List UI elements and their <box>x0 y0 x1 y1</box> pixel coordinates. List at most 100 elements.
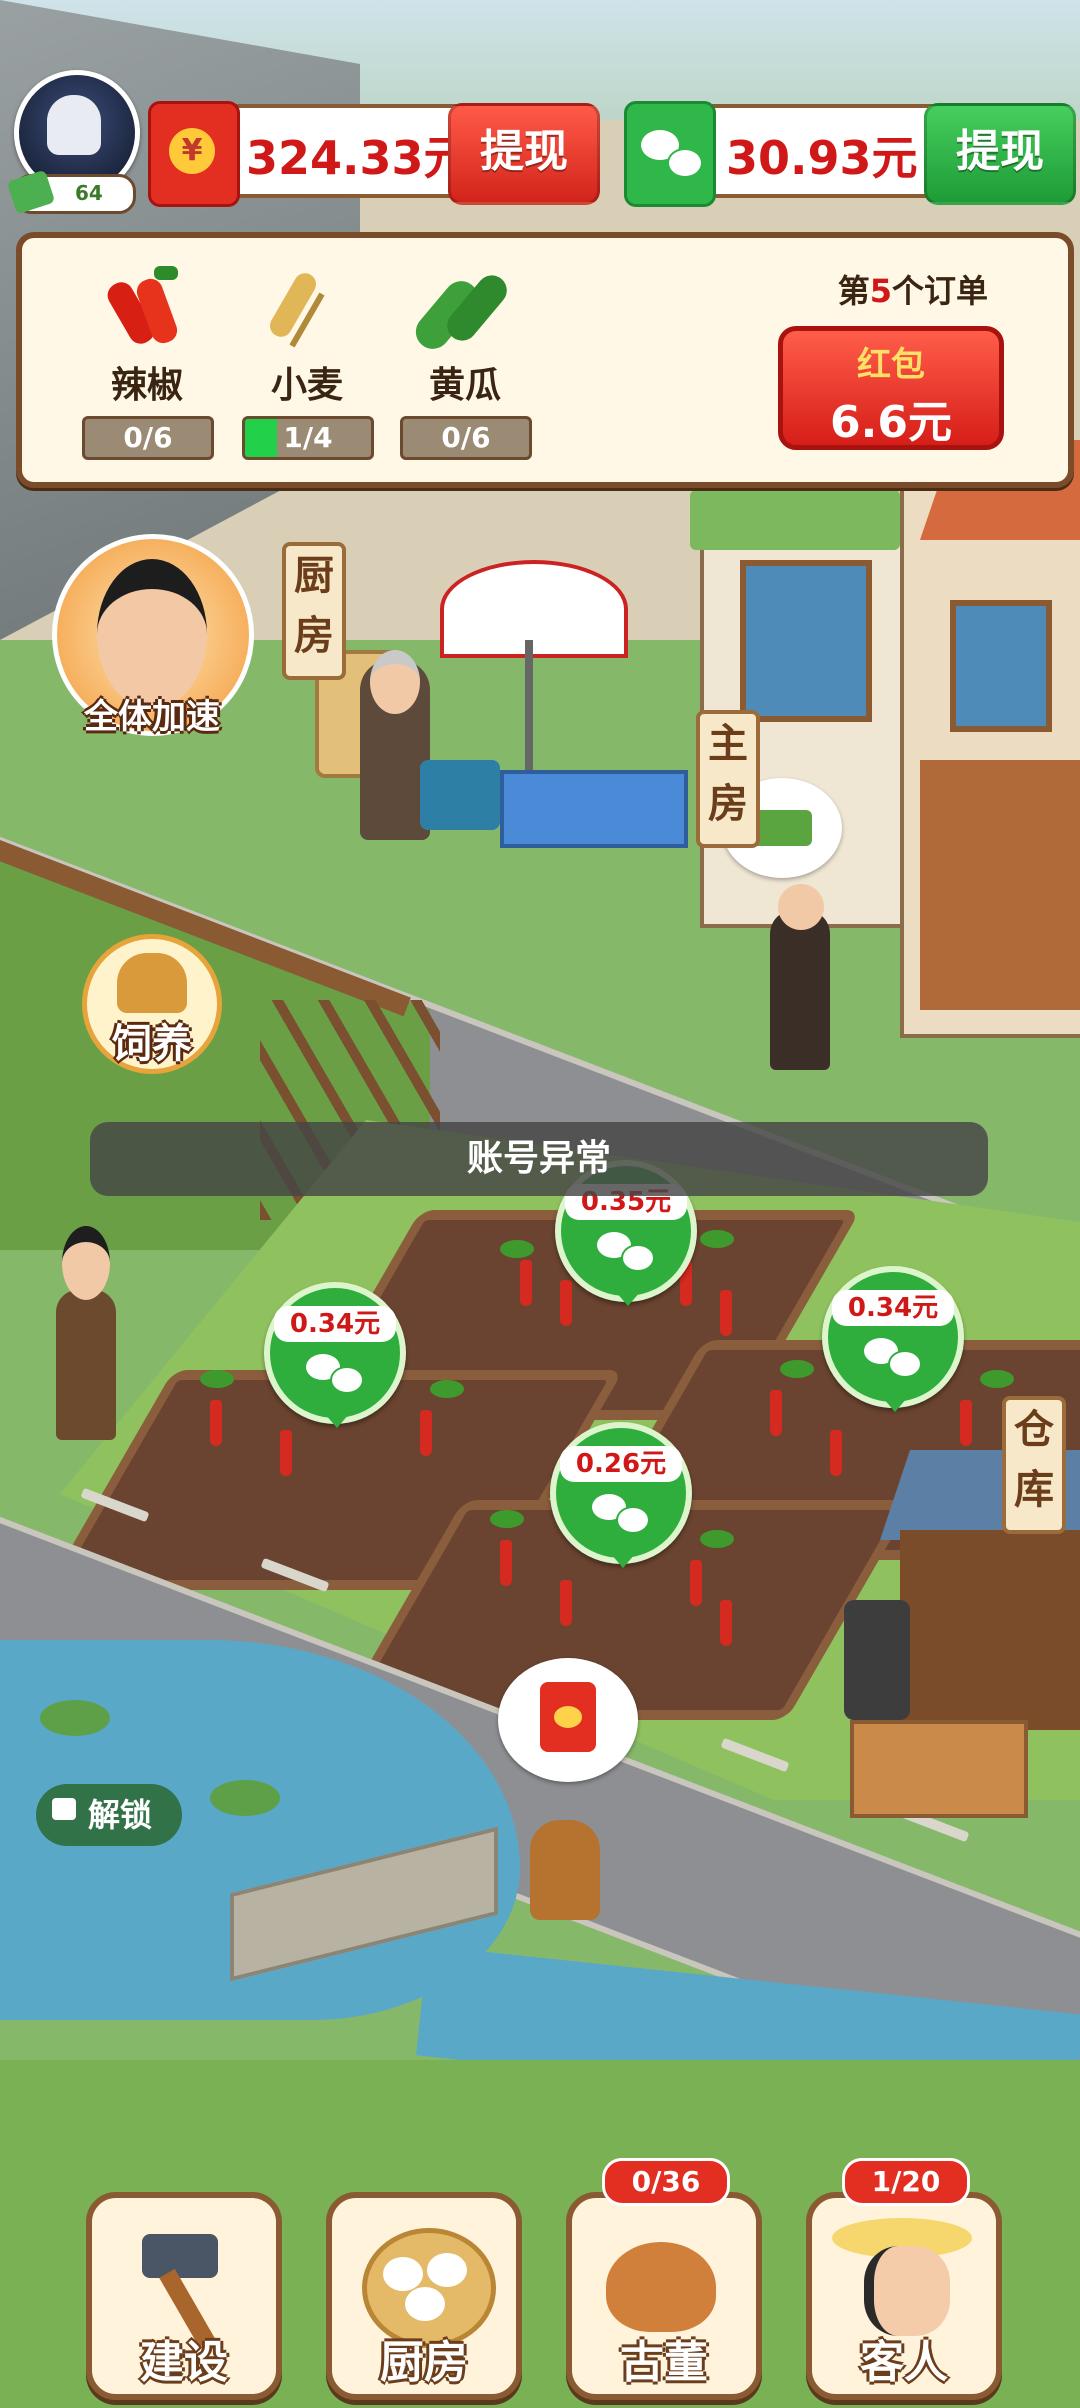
farmer-head <box>62 1226 110 1300</box>
wechat-bubble-small <box>667 148 703 178</box>
feed-button[interactable]: 饲养 <box>82 934 222 1074</box>
order-crop-wheat: 小麦 1/4 <box>242 260 374 460</box>
order-reward-button[interactable]: 红包 6.6元 <box>778 326 1004 450</box>
guest-woman-icon <box>864 2246 950 2336</box>
unlock-label: 解锁 <box>88 1796 153 1834</box>
stall-table <box>500 770 688 848</box>
plant-leaf <box>490 1510 524 1528</box>
lock-icon <box>52 1798 76 1820</box>
plot-reward-value: 0.26元 <box>560 1446 682 1482</box>
speedup-button[interactable]: 全体加速 <box>52 534 254 737</box>
plot-reward-bubble[interactable]: 0.26元 <box>550 1422 692 1568</box>
speedup-girl-icon <box>97 559 207 709</box>
pepper <box>520 1260 532 1306</box>
unlock-pond-button[interactable]: 解锁 <box>36 1784 182 1846</box>
yuan-coin-icon: ¥ <box>148 101 240 207</box>
umbrella-pole <box>525 640 533 770</box>
plant-leaf <box>700 1530 734 1548</box>
plot-reward-value: 0.34元 <box>274 1306 396 1342</box>
wechat-icon <box>592 1490 650 1534</box>
cooking-stove <box>420 760 500 830</box>
plant-leaf <box>200 1370 234 1388</box>
guest-count-badge: 1/20 <box>842 2158 970 2206</box>
warehouse-sign[interactable]: 仓库 <box>1002 1396 1066 1534</box>
hammer-icon <box>142 2234 218 2278</box>
pepper <box>500 1540 512 1586</box>
grandma-head <box>370 650 420 714</box>
level-value: 64 <box>75 181 103 205</box>
umbrella <box>440 560 628 658</box>
cash-icon <box>752 810 812 846</box>
plot-reward-bubble[interactable]: 0.34元 <box>264 1282 406 1428</box>
feed-label: 饲养 <box>112 1021 192 1067</box>
side-window <box>950 600 1052 732</box>
crop-progress: 0/6 <box>82 416 214 460</box>
pepper <box>560 1280 572 1326</box>
antique-count-badge: 0/36 <box>602 2158 730 2206</box>
lily-pad <box>210 1780 280 1816</box>
pepper <box>960 1400 972 1446</box>
house-window <box>740 560 872 722</box>
cash-withdraw-button[interactable]: 提现 <box>448 103 600 205</box>
reward-value: 6.6元 <box>830 397 952 448</box>
wechat-icon <box>597 1228 655 1272</box>
kitchen-label: 厨房 <box>380 2337 468 2388</box>
warehouse <box>900 1530 1080 1730</box>
guest-label: 客人 <box>860 2337 948 2388</box>
main-house-sign[interactable]: 主房 <box>696 710 760 848</box>
plant-leaf <box>500 1240 534 1258</box>
wechat-balance-panel: 30.93元 提现 <box>624 101 1076 207</box>
grain-sack-icon <box>117 953 187 1013</box>
chili-icon <box>82 260 212 350</box>
pepper <box>210 1400 222 1446</box>
build-button[interactable]: 建设 <box>86 2192 282 2400</box>
plant-leaf <box>780 1360 814 1378</box>
lily-pad <box>40 1700 110 1736</box>
pepper <box>280 1430 292 1476</box>
cucumber-icon <box>400 260 530 356</box>
red-packet-bubble[interactable] <box>498 1658 638 1782</box>
crates <box>850 1720 1028 1818</box>
guest-button[interactable]: 1/20 客人 <box>806 2158 1002 2400</box>
antique-button[interactable]: 0/36 古董 <box>566 2158 762 2400</box>
wechat-icon <box>306 1350 364 1394</box>
order-crop-chili: 辣椒 0/6 <box>82 260 214 460</box>
wechat-balance-value: 30.93元 <box>726 131 918 185</box>
antique-label: 古董 <box>620 2337 708 2388</box>
grandpa-head <box>778 884 824 930</box>
crop-name: 小麦 <box>270 365 343 406</box>
pepper <box>420 1410 432 1456</box>
barrel <box>844 1600 910 1720</box>
reward-label: 红包 <box>857 345 925 385</box>
account-error-toast: 账号异常 <box>90 1122 988 1196</box>
kitchen-button[interactable]: 厨房 <box>326 2192 522 2400</box>
pepper <box>560 1580 572 1626</box>
teapot-icon <box>606 2242 716 2332</box>
pepper <box>830 1430 842 1476</box>
plot-reward-bubble[interactable]: 0.34元 <box>822 1266 964 1412</box>
pepper <box>770 1390 782 1436</box>
grandpa <box>770 910 830 1070</box>
cash-balance-panel: ¥ 324.33元 提现 <box>148 101 600 207</box>
cash-balance-value: 324.33元 <box>246 131 470 185</box>
plant-leaf <box>700 1230 734 1248</box>
side-door <box>920 760 1080 1010</box>
order-crop-cucumber: 黄瓜 0/6 <box>400 260 532 460</box>
pepper <box>690 1560 702 1606</box>
build-label: 建设 <box>140 2337 228 2388</box>
astronaut-icon <box>47 95 101 155</box>
speedup-label: 全体加速 <box>84 697 220 737</box>
order-panel: 辣椒 0/6 小麦 1/4 黄瓜 0/6 第5个订单 红包 6.6元 <box>16 232 1074 488</box>
plant-leaf <box>430 1380 464 1398</box>
pepper <box>720 1600 732 1646</box>
plot-reward-value: 0.34元 <box>832 1290 954 1326</box>
kitchen-sign[interactable]: 厨房 <box>282 542 346 680</box>
red-packet-icon <box>540 1682 596 1752</box>
crop-name: 黄瓜 <box>428 365 501 406</box>
crop-name: 辣椒 <box>110 365 183 406</box>
wechat-withdraw-button[interactable]: 提现 <box>924 103 1076 205</box>
main-house-awning <box>690 490 900 550</box>
pepper <box>720 1290 732 1336</box>
dog <box>530 1820 600 1920</box>
crop-progress: 0/6 <box>400 416 532 460</box>
